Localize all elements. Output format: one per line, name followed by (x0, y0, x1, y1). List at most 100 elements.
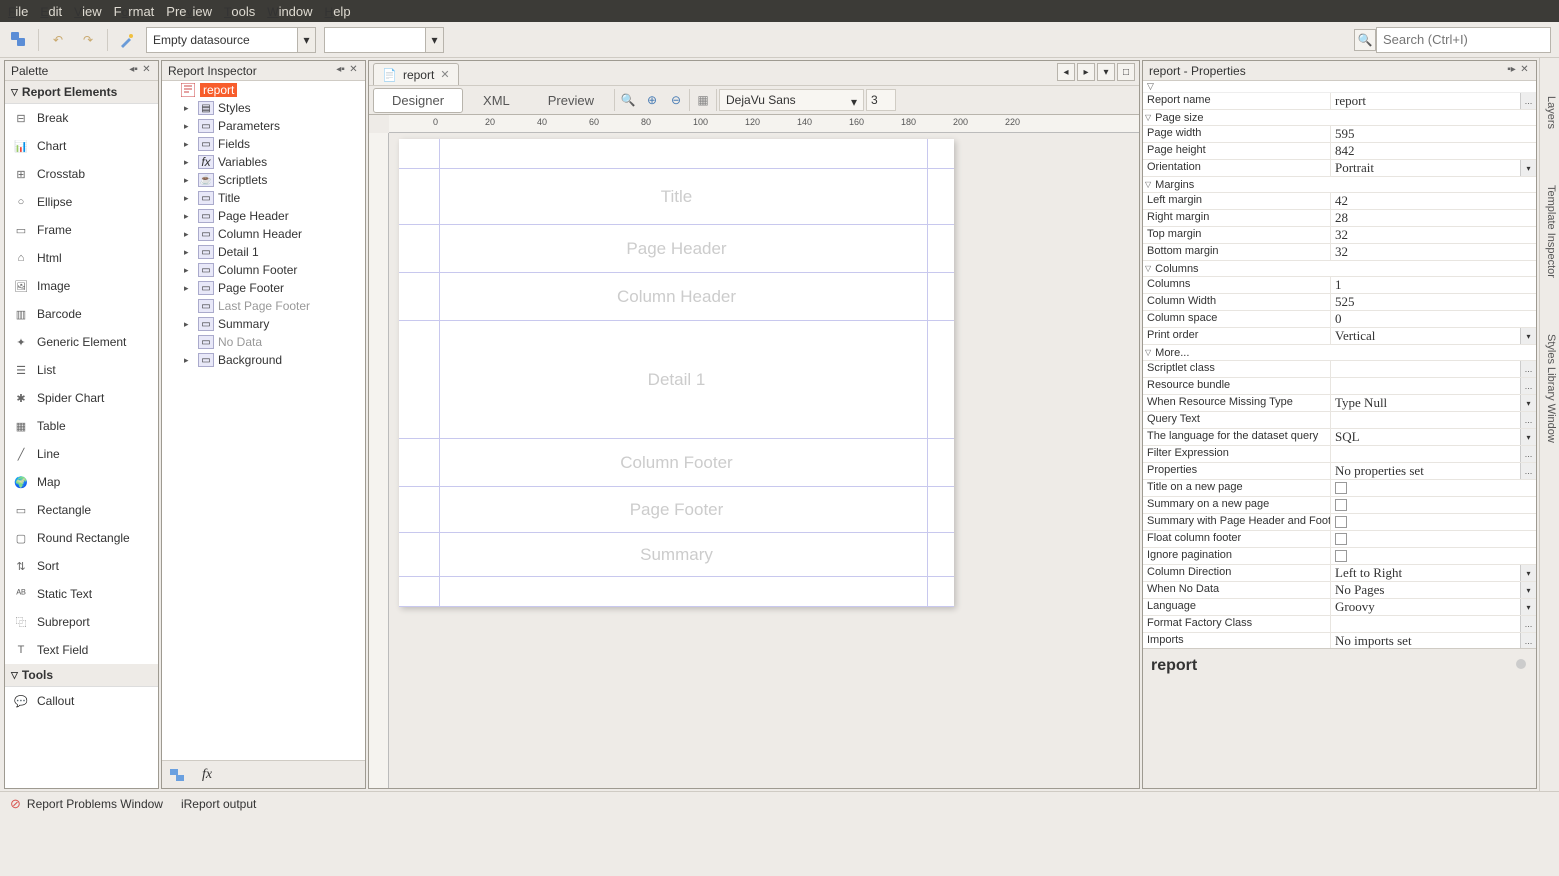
chevron-down-icon[interactable]: ▾ (1520, 160, 1536, 176)
ellipsis-button[interactable]: … (1520, 633, 1536, 648)
ellipsis-button[interactable]: … (1520, 361, 1536, 377)
zoom-in-icon[interactable]: ⊕ (641, 89, 663, 111)
tab-next-icon[interactable]: ▸ (1077, 63, 1095, 81)
close-icon[interactable]: ✕ (1519, 65, 1530, 76)
prop-value[interactable] (1331, 497, 1536, 513)
tree-node-title[interactable]: ▸▭Title (162, 189, 365, 207)
zoom-out-icon[interactable]: ⊖ (665, 89, 687, 111)
palette-item-frame[interactable]: ▭Frame (5, 216, 158, 244)
prop-value[interactable]: … (1331, 412, 1536, 428)
tree-node-fields[interactable]: ▸▭Fields (162, 135, 365, 153)
palette-item-line[interactable]: ╱Line (5, 440, 158, 468)
prop-value[interactable]: Left to Right▾ (1331, 565, 1536, 581)
menu-file[interactable]: File (8, 4, 28, 19)
prop-value[interactable]: Portrait▾ (1331, 160, 1536, 176)
palette-item-sort[interactable]: ⇅Sort (5, 552, 158, 580)
prop-value[interactable] (1331, 548, 1536, 564)
status-problems[interactable]: ⊘ Report Problems Window (10, 796, 163, 812)
view-designer[interactable]: Designer (373, 88, 463, 113)
view-preview[interactable]: Preview (530, 89, 612, 112)
menu-format[interactable]: Format (114, 4, 155, 19)
tab-prev-icon[interactable]: ◂ (1057, 63, 1075, 81)
prop-value[interactable]: 525 (1331, 294, 1536, 310)
checkbox[interactable] (1335, 516, 1347, 528)
close-icon[interactable]: ✕ (348, 65, 359, 76)
prop-value[interactable]: Type Null▾ (1331, 395, 1536, 411)
tree-node-column-header[interactable]: ▸▭Column Header (162, 225, 365, 243)
chevron-down-icon[interactable]: ▾ (1520, 565, 1536, 581)
palette-item-barcode[interactable]: ▥Barcode (5, 300, 158, 328)
tree-node-scriptlets[interactable]: ▸☕Scriptlets (162, 171, 365, 189)
prop-value[interactable]: 842 (1331, 143, 1536, 159)
ellipsis-button[interactable]: … (1520, 93, 1536, 109)
close-icon[interactable]: ✕ (141, 65, 152, 76)
chevron-down-icon[interactable]: ▾ (1520, 395, 1536, 411)
prop-value[interactable]: … (1331, 378, 1536, 394)
checkbox[interactable] (1335, 550, 1347, 562)
palette-tool-callout[interactable]: 💬Callout (5, 687, 158, 715)
help-dot-icon[interactable] (1516, 659, 1526, 669)
palette-item-round-rectangle[interactable]: ▢Round Rectangle (5, 524, 158, 552)
function-icon[interactable]: fx (202, 767, 212, 783)
palette-category-report-elements[interactable]: ▽Report Elements (5, 81, 158, 104)
file-tab-report[interactable]: 📄 report ✕ (373, 63, 459, 85)
tree-node-parameters[interactable]: ▸▭Parameters (162, 117, 365, 135)
chevron-down-icon[interactable]: ▾ (1520, 599, 1536, 615)
menu-help[interactable]: Help (325, 4, 351, 19)
chevron-down-icon[interactable]: ▾ (1520, 582, 1536, 598)
menu-view[interactable]: View (74, 4, 102, 19)
palette-item-break[interactable]: ⊟Break (5, 104, 158, 132)
checkbox[interactable] (1335, 499, 1347, 511)
search-input[interactable] (1376, 27, 1551, 53)
menu-window[interactable]: Window (267, 4, 312, 19)
ellipsis-button[interactable]: … (1520, 463, 1536, 479)
undo-icon[interactable]: ↶ (47, 29, 69, 51)
band-column-footer[interactable]: Column Footer (399, 439, 954, 487)
prop-value[interactable] (1331, 531, 1536, 547)
sidetab-template-inspector[interactable]: Template Inspector (1540, 177, 1559, 286)
prop-value[interactable]: … (1331, 446, 1536, 462)
dataset-icon[interactable] (170, 767, 188, 783)
ellipsis-button[interactable]: … (1520, 446, 1536, 462)
close-tab-icon[interactable]: ✕ (440, 68, 449, 81)
ellipsis-button[interactable]: … (1520, 412, 1536, 428)
tree-node-last-page-footer[interactable]: ▭Last Page Footer (162, 297, 365, 315)
menu-preview[interactable]: Preview (166, 4, 212, 19)
prop-value[interactable]: No Pages▾ (1331, 582, 1536, 598)
tree-node-background[interactable]: ▸▭Background (162, 351, 365, 369)
prop-value[interactable]: … (1331, 616, 1536, 632)
tab-dropdown-icon[interactable]: ▾ (1097, 63, 1115, 81)
prop-section-more---[interactable]: More... (1143, 345, 1536, 361)
chevron-down-icon[interactable]: ▾ (425, 28, 443, 52)
fontsize-combo[interactable]: 3 (866, 89, 896, 111)
band-spacer[interactable] (399, 139, 954, 169)
prop-value[interactable]: No properties set… (1331, 463, 1536, 479)
design-canvas[interactable]: TitlePage HeaderColumn HeaderDetail 1Col… (389, 133, 1139, 788)
palette-item-rectangle[interactable]: ▭Rectangle (5, 496, 158, 524)
prop-value[interactable]: 0 (1331, 311, 1536, 327)
minimize-icon[interactable]: ◂▪ (335, 65, 346, 76)
prop-value[interactable] (1331, 514, 1536, 530)
palette-item-spider-chart[interactable]: ✱Spider Chart (5, 384, 158, 412)
pin-icon[interactable]: ▪▸ (1506, 65, 1517, 76)
prop-value[interactable]: 32 (1331, 227, 1536, 243)
wizard-icon[interactable] (116, 29, 138, 51)
band-page-header[interactable]: Page Header (399, 225, 954, 273)
report-page[interactable]: TitlePage HeaderColumn HeaderDetail 1Col… (399, 139, 954, 607)
chevron-down-icon[interactable]: ▾ (845, 90, 863, 114)
redo-icon[interactable]: ↷ (77, 29, 99, 51)
tree-node-styles[interactable]: ▸▤Styles (162, 99, 365, 117)
tree-node-summary[interactable]: ▸▭Summary (162, 315, 365, 333)
chevron-down-icon[interactable]: ▾ (297, 28, 315, 52)
band-summary[interactable]: Summary (399, 533, 954, 577)
chevron-down-icon[interactable]: ▾ (1520, 429, 1536, 445)
prop-value[interactable]: Vertical▾ (1331, 328, 1536, 344)
palette-item-image[interactable]: 🖼Image (5, 272, 158, 300)
tab-maximize-icon[interactable]: □ (1117, 63, 1135, 81)
palette-item-subreport[interactable]: ⿻Subreport (5, 608, 158, 636)
search-icon[interactable]: 🔍 (1354, 29, 1376, 51)
palette-item-static-text[interactable]: ᴬᴮStatic Text (5, 580, 158, 608)
prop-section-columns[interactable]: Columns (1143, 261, 1536, 277)
checkbox[interactable] (1335, 482, 1347, 494)
band-column-header[interactable]: Column Header (399, 273, 954, 321)
